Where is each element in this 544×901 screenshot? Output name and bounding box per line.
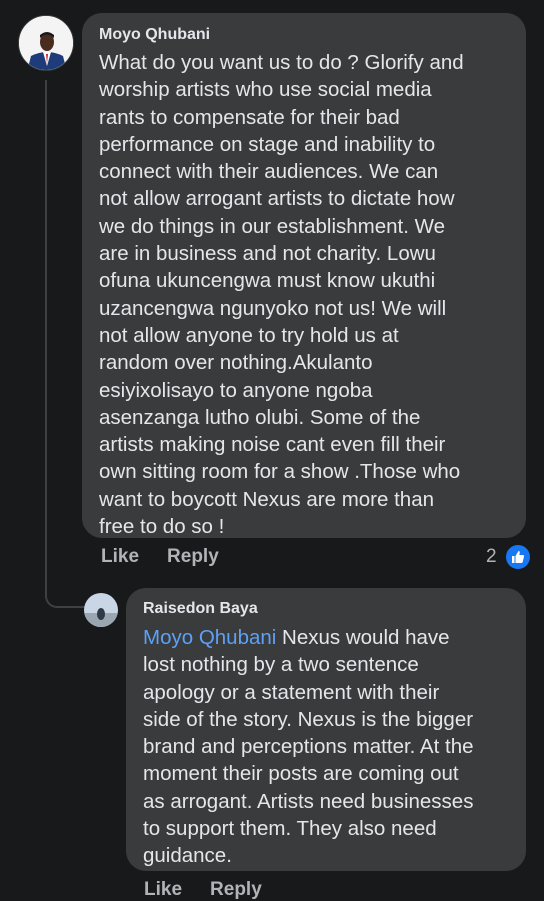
reply-reply-button[interactable]: Reply	[210, 879, 262, 901]
like-button[interactable]: Like	[101, 546, 139, 568]
reply-actions: Like Reply	[144, 879, 262, 901]
replier-avatar[interactable]	[84, 593, 118, 627]
mention-link[interactable]: Moyo Qhubani	[143, 626, 276, 649]
comment-actions: Like Reply	[101, 546, 219, 568]
comment-author[interactable]: Moyo Qhubani	[99, 24, 510, 46]
reply-text: Nexus would have lost nothing by a two s…	[143, 626, 474, 868]
comment-bubble: Moyo Qhubani What do you want us to do ?…	[82, 13, 526, 538]
reply-author[interactable]: Raisedon Baya	[143, 598, 510, 620]
reply-button[interactable]: Reply	[167, 546, 219, 568]
reply-like-button[interactable]: Like	[144, 879, 182, 901]
thumbs-up-icon[interactable]	[504, 543, 532, 571]
comment-text: What do you want us to do ? Glorify and …	[99, 51, 464, 539]
reply-text-block: Moyo Qhubani Nexus would have lost nothi…	[143, 624, 510, 870]
commenter-avatar[interactable]	[18, 15, 74, 71]
reply-bubble: Raisedon Baya Moyo Qhubani Nexus would h…	[126, 588, 526, 871]
reaction-count[interactable]: 2	[486, 546, 497, 568]
